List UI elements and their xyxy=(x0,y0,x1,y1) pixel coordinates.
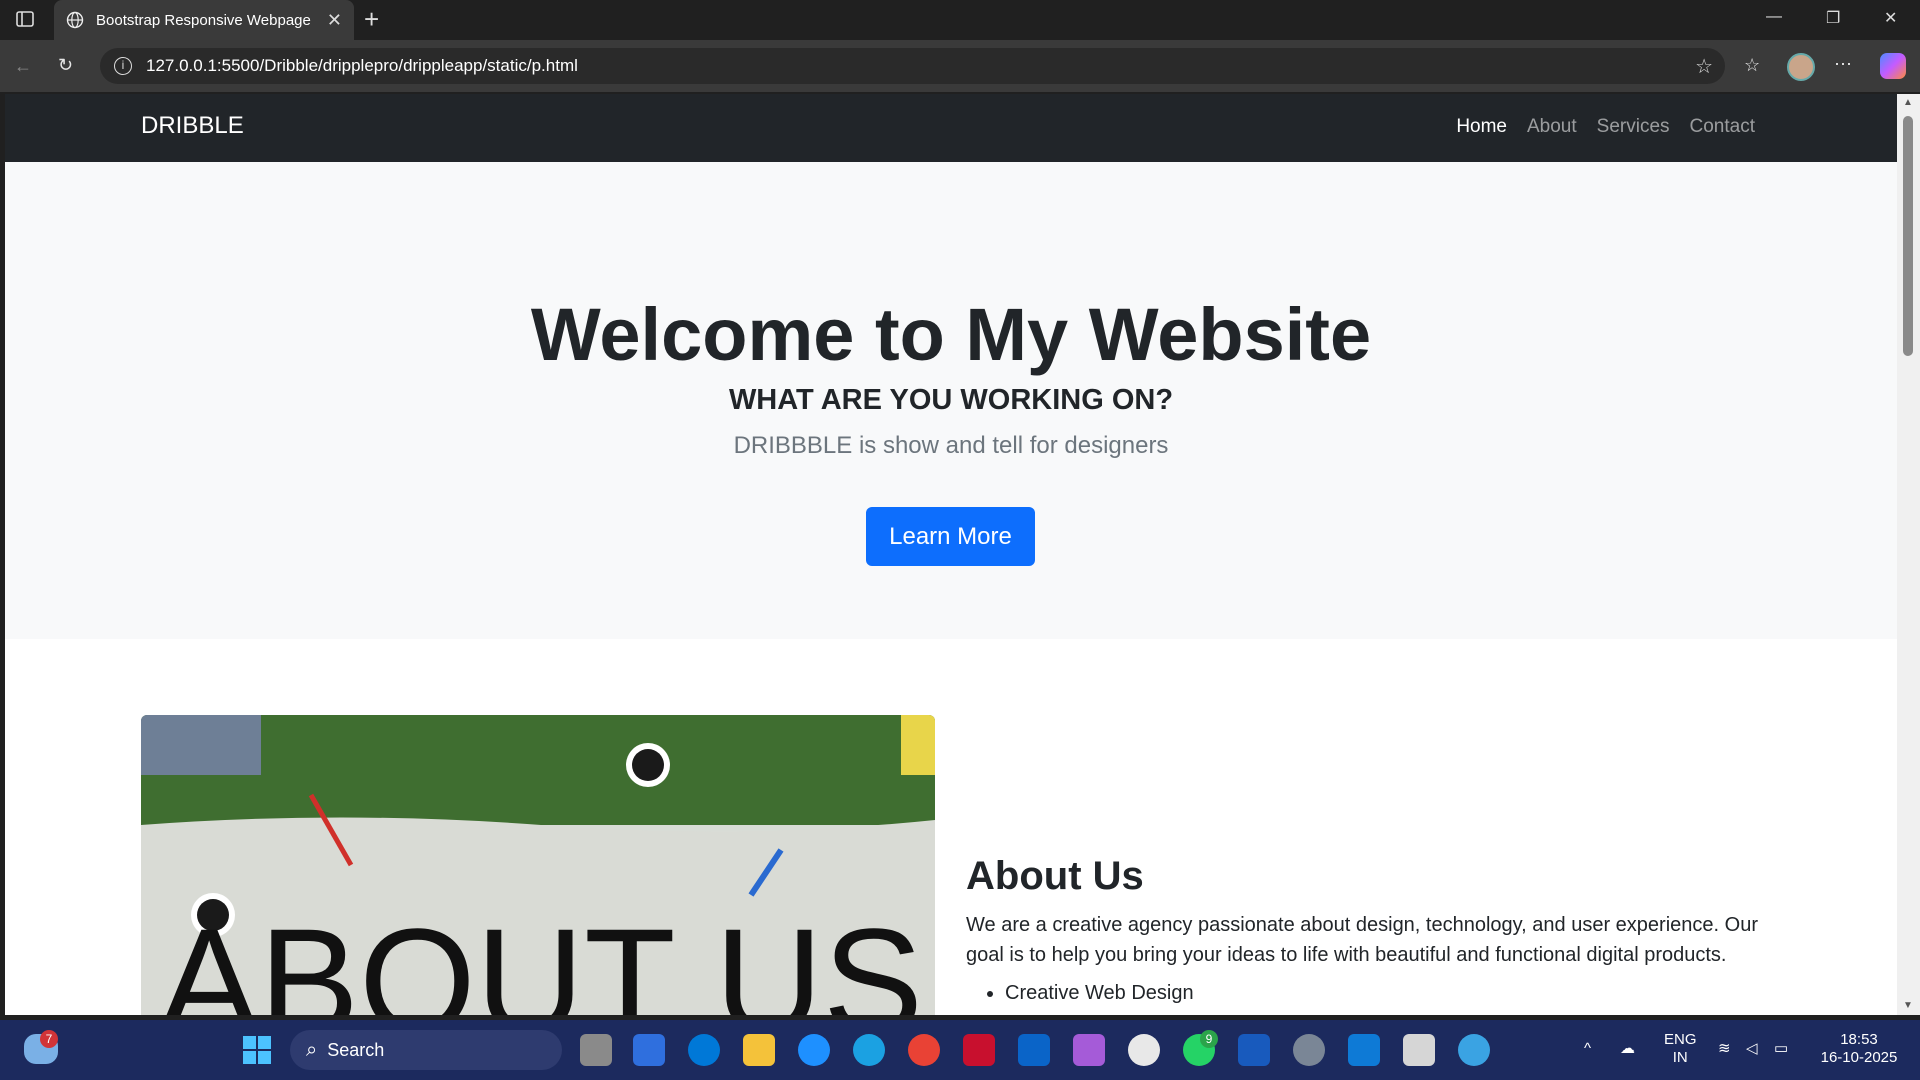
scroll-thumb[interactable] xyxy=(1903,116,1913,356)
reload-icon[interactable]: ↻ xyxy=(58,55,73,75)
wifi-icon[interactable]: ≋ xyxy=(1718,1040,1731,1058)
hero-title: Welcome to My Website xyxy=(530,293,1372,376)
nav-services[interactable]: Services xyxy=(1597,116,1670,138)
info-icon[interactable]: i xyxy=(114,57,132,75)
globe-icon xyxy=(66,11,84,29)
copilot-icon[interactable] xyxy=(1880,53,1906,79)
nav-home[interactable]: Home xyxy=(1456,116,1507,138)
language-indicator[interactable]: ENG IN xyxy=(1664,1031,1697,1067)
time: 18:53 xyxy=(1840,1031,1878,1048)
chatgpt-icon[interactable] xyxy=(1128,1034,1160,1066)
store-icon[interactable] xyxy=(633,1034,665,1066)
taskbar-search[interactable]: ⌕ Search xyxy=(290,1030,562,1070)
address-bar[interactable]: i 127.0.0.1:5500/Dribble/dripplepro/drip… xyxy=(100,48,1725,84)
scrollbar[interactable]: ▲ ▼ xyxy=(1897,94,1920,1015)
start-icon[interactable] xyxy=(243,1036,271,1069)
more-options-icon[interactable]: ⋯ xyxy=(1834,54,1852,74)
battery-icon[interactable]: ▭ xyxy=(1774,1040,1788,1058)
copilot-app-icon[interactable] xyxy=(1073,1034,1105,1066)
taskbar: 7 ⌕ Search 9 ^ ☁ ENG IN ≋ ◁ ▭ 18:53 16-1… xyxy=(0,1020,1920,1080)
browser-tab[interactable]: Bootstrap Responsive Webpage ✕ xyxy=(54,0,354,40)
nav-links: Home About Services Contact xyxy=(1456,116,1755,138)
learn-more-button[interactable]: Learn More xyxy=(866,507,1035,566)
snipping-tool-icon[interactable] xyxy=(1403,1034,1435,1066)
mcafee-icon[interactable] xyxy=(963,1034,995,1066)
list-item: Creative Web Design xyxy=(1005,982,1194,1005)
about-text: We are a creative agency passionate abou… xyxy=(966,914,1758,966)
tab-title: Bootstrap Responsive Webpage xyxy=(96,11,311,29)
profile-avatar[interactable] xyxy=(1787,53,1815,81)
site-brand[interactable]: DRIBBLE xyxy=(141,112,244,140)
about-heading: About Us xyxy=(966,854,1144,898)
hp-icon[interactable] xyxy=(688,1034,720,1066)
nav-about[interactable]: About xyxy=(1527,116,1577,138)
back-icon[interactable]: ← xyxy=(14,56,32,76)
show-hidden-icons-icon[interactable]: ^ xyxy=(1584,1040,1591,1058)
close-tab-icon[interactable]: ✕ xyxy=(327,10,342,31)
chrome-icon[interactable] xyxy=(908,1034,940,1066)
help-icon[interactable] xyxy=(798,1034,830,1066)
favorite-star-icon[interactable]: ☆ xyxy=(1695,54,1713,79)
favorites-icon[interactable]: ☆ xyxy=(1744,55,1760,75)
task-view-icon[interactable] xyxy=(580,1034,612,1066)
nav-contact[interactable]: Contact xyxy=(1690,116,1755,138)
volume-icon[interactable]: ◁ xyxy=(1746,1040,1758,1058)
whatsapp-badge: 9 xyxy=(1200,1030,1218,1048)
hero-section: Welcome to My Website WHAT ARE YOU WORKI… xyxy=(5,162,1897,639)
restore-icon[interactable]: ❐ xyxy=(1826,8,1840,28)
network-globe-icon[interactable] xyxy=(1458,1034,1490,1066)
edge-icon[interactable] xyxy=(853,1034,885,1066)
search-icon: ⌕ xyxy=(306,1038,318,1061)
minimize-icon[interactable]: — xyxy=(1766,8,1782,26)
language-code: ENG xyxy=(1664,1031,1697,1048)
clock[interactable]: 18:53 16-10-2025 xyxy=(1818,1031,1900,1067)
weather-badge: 7 xyxy=(40,1030,58,1048)
file-explorer-icon[interactable] xyxy=(743,1034,775,1066)
address-text: 127.0.0.1:5500/Dribble/dripplepro/drippl… xyxy=(146,56,578,75)
scroll-up-icon[interactable]: ▲ xyxy=(1903,97,1913,108)
word-icon[interactable] xyxy=(1238,1034,1270,1066)
about-image-lettering: ABOUT US xyxy=(159,897,923,1015)
about-list: Creative Web Design xyxy=(1005,982,1194,1005)
scroll-down-icon[interactable]: ▼ xyxy=(1903,1000,1913,1011)
region-code: IN xyxy=(1672,1049,1688,1066)
sidebar-toggle-icon[interactable] xyxy=(16,10,34,32)
page-viewport: DRIBBLE Home About Services Contact Welc… xyxy=(5,94,1897,1015)
browser-tab-strip: Bootstrap Responsive Webpage ✕ + — ❐ ✕ xyxy=(0,0,1920,40)
new-tab-icon[interactable]: + xyxy=(364,6,379,32)
vscode-icon[interactable] xyxy=(1348,1034,1380,1066)
onedrive-icon[interactable]: ☁ xyxy=(1620,1040,1635,1058)
hero-lead: DRIBBBLE is show and tell for designers xyxy=(733,432,1169,459)
settings-icon[interactable] xyxy=(1293,1034,1325,1066)
hero-subtitle: WHAT ARE YOU WORKING ON? xyxy=(728,384,1174,416)
about-us-image: ABOUT US xyxy=(141,715,935,1015)
site-navbar: DRIBBLE Home About Services Contact xyxy=(5,94,1897,162)
browser-toolbar: ← ↻ i 127.0.0.1:5500/Dribble/dripplepro/… xyxy=(0,40,1920,92)
date: 16-10-2025 xyxy=(1820,1049,1898,1066)
close-window-icon[interactable]: ✕ xyxy=(1884,8,1897,28)
outlook-icon[interactable] xyxy=(1018,1034,1050,1066)
search-label: Search xyxy=(327,1039,385,1060)
